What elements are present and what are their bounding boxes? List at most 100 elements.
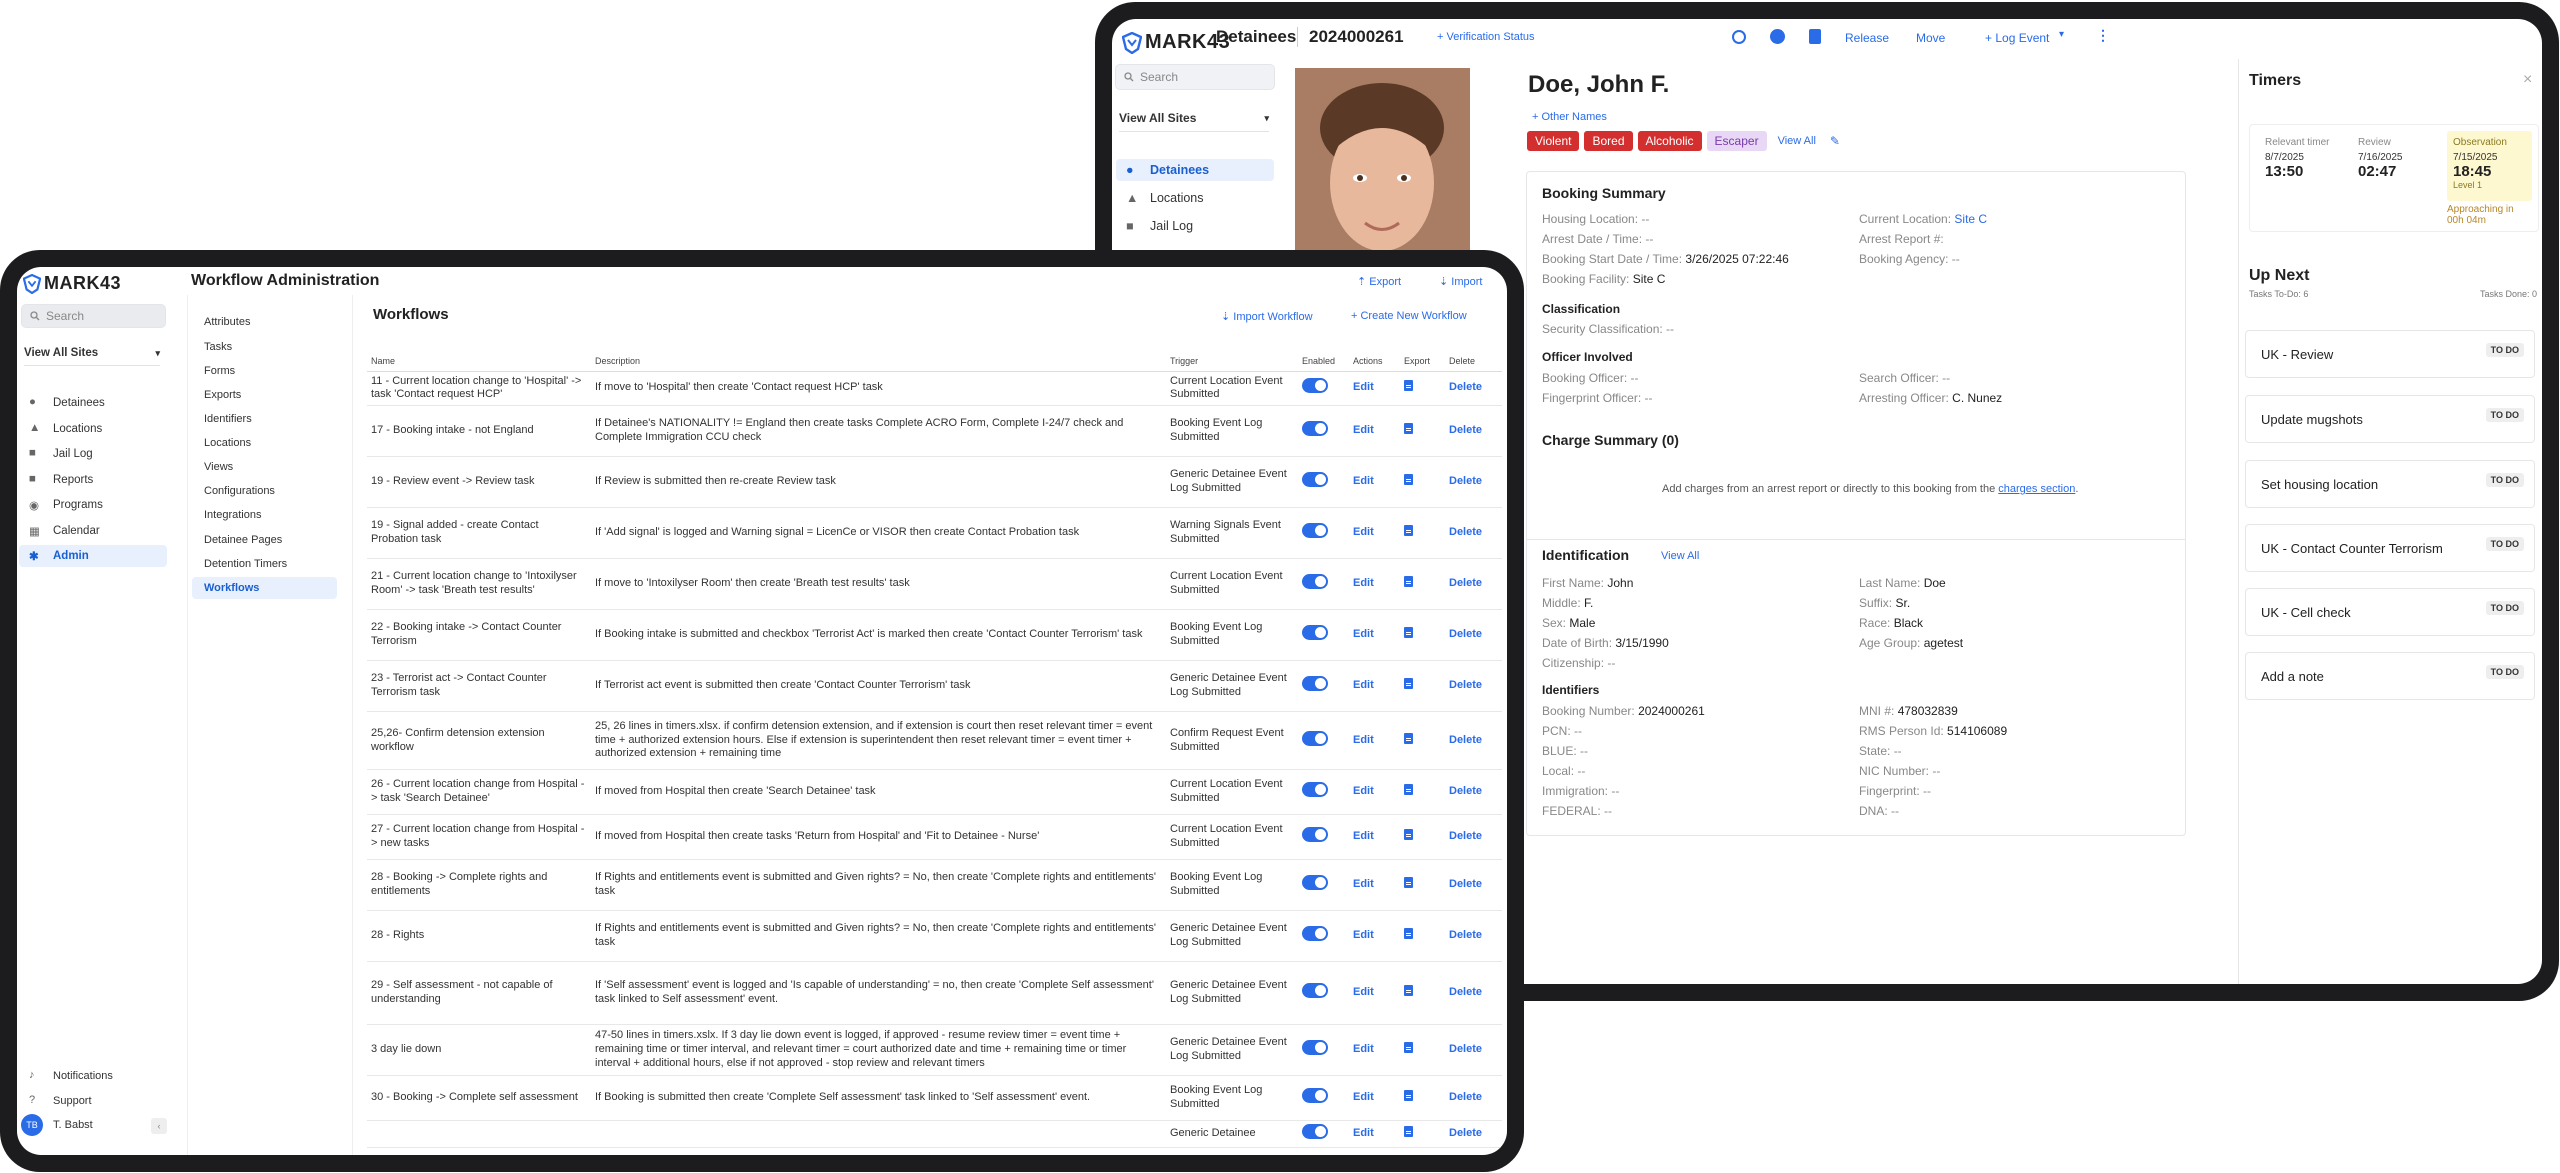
collapse-sidebar-icon[interactable]: ‹ [151,1118,167,1134]
export-file-icon[interactable] [1404,1042,1413,1054]
nav-admin[interactable]: ✱ Admin [19,545,167,567]
avatar[interactable]: TB [21,1114,43,1136]
enabled-toggle[interactable] [1302,676,1328,692]
edit-link[interactable]: Edit [1353,986,1374,998]
admin-menu-item[interactable]: Integrations [192,504,337,526]
delete-link[interactable]: Delete [1449,628,1482,640]
enabled-toggle[interactable] [1302,421,1328,437]
edit-link[interactable]: Edit [1353,1127,1374,1139]
delete-link[interactable]: Delete [1449,1043,1482,1055]
edit-link[interactable]: Edit [1353,679,1374,691]
delete-link[interactable]: Delete [1449,577,1482,589]
export-file-icon[interactable] [1404,423,1413,435]
timer-icon[interactable] [1770,29,1785,44]
task-card[interactable]: Add a note TO DO [2245,652,2535,700]
edit-link[interactable]: Edit [1353,424,1374,436]
create-workflow-button[interactable]: + Create New Workflow [1351,310,1467,322]
export-file-icon[interactable] [1404,829,1413,841]
edit-link[interactable]: Edit [1353,830,1374,842]
admin-menu-item[interactable]: Identifiers [192,408,337,430]
nav-calendar[interactable]: ▦ Calendar [19,520,167,542]
edit-link[interactable]: Edit [1353,878,1374,890]
delete-link[interactable]: Delete [1449,381,1482,393]
enabled-toggle[interactable] [1302,472,1328,488]
delete-link[interactable]: Delete [1449,526,1482,538]
delete-link[interactable]: Delete [1449,878,1482,890]
admin-menu-item[interactable]: Workflows [192,577,337,599]
export-file-icon[interactable] [1404,627,1413,639]
export-file-icon[interactable] [1404,877,1413,889]
export-file-icon[interactable] [1404,1126,1413,1137]
nav-programs[interactable]: ◉ Programs [19,494,167,516]
delete-link[interactable]: Delete [1449,679,1482,691]
task-card[interactable]: UK - Review TO DO [2245,330,2535,378]
current-location-link[interactable]: Site C [1954,212,1987,226]
release-button[interactable]: Release [1845,31,1889,45]
document-icon[interactable] [1809,29,1821,44]
identification-view-all-link[interactable]: View All [1661,550,1699,562]
chevron-down-icon[interactable]: ▾ [2059,29,2064,40]
enabled-toggle[interactable] [1302,523,1328,539]
edit-link[interactable]: Edit [1353,1043,1374,1055]
move-button[interactable]: Move [1916,31,1945,45]
export-file-icon[interactable] [1404,985,1413,997]
task-card[interactable]: Update mugshots TO DO [2245,395,2535,443]
task-card[interactable]: UK - Contact Counter Terrorism TO DO [2245,524,2535,572]
edit-link[interactable]: Edit [1353,628,1374,640]
nav-reports[interactable]: ■ Reports [19,469,167,491]
edit-link[interactable]: Edit [1353,929,1374,941]
admin-menu-item[interactable]: Views [192,456,337,478]
edit-link[interactable]: Edit [1353,475,1374,487]
tags-view-all-link[interactable]: View All [1778,135,1816,147]
delete-link[interactable]: Delete [1449,734,1482,746]
enabled-toggle[interactable] [1302,1040,1328,1056]
edit-link[interactable]: Edit [1353,526,1374,538]
site-selector[interactable]: View All Sites ▾ [1119,111,1269,132]
more-vertical-icon[interactable]: ⋮ [2096,27,2110,44]
search-input[interactable]: Search [21,304,166,328]
delete-link[interactable]: Delete [1449,929,1482,941]
export-file-icon[interactable] [1404,928,1413,940]
enabled-toggle[interactable] [1302,574,1328,590]
delete-link[interactable]: Delete [1449,986,1482,998]
edit-link[interactable]: Edit [1353,381,1374,393]
export-file-icon[interactable] [1404,576,1413,588]
export-button[interactable]: ⇡ Export [1357,275,1401,288]
export-file-icon[interactable] [1404,732,1413,744]
export-file-icon[interactable] [1404,1090,1413,1102]
delete-link[interactable]: Delete [1449,424,1482,436]
verification-status-link[interactable]: + Verification Status [1437,31,1535,43]
export-file-icon[interactable] [1404,474,1413,486]
admin-menu-item[interactable]: Forms [192,360,337,382]
nav-jail-log[interactable]: ■ Jail Log [19,443,167,465]
admin-menu-item[interactable]: Attributes [192,311,337,333]
site-selector[interactable]: View All Sites ▾ [24,347,160,366]
enabled-toggle[interactable] [1302,926,1328,942]
import-button[interactable]: ⇣ Import [1439,275,1482,288]
export-file-icon[interactable] [1404,784,1413,796]
admin-menu-item[interactable]: Tasks [192,336,337,358]
nav-locations[interactable]: ▲ Locations [1116,187,1274,209]
log-event-button[interactable]: + Log Event [1985,31,2049,45]
task-card[interactable]: UK - Cell check TO DO [2245,588,2535,636]
enabled-toggle[interactable] [1302,730,1328,746]
nav-locations[interactable]: ▲ Locations [19,418,167,440]
edit-link[interactable]: Edit [1353,1091,1374,1103]
search-input[interactable]: Search [1115,64,1275,90]
nav-support[interactable]: ? Support [19,1090,167,1112]
enabled-toggle[interactable] [1302,782,1328,798]
column-header-description[interactable]: Description [591,351,1166,372]
enabled-toggle[interactable] [1302,875,1328,891]
nav-detainees[interactable]: ● Detainees [1116,159,1274,181]
delete-link[interactable]: Delete [1449,830,1482,842]
export-file-icon[interactable] [1404,525,1413,537]
enabled-toggle[interactable] [1302,378,1328,394]
admin-menu-item[interactable]: Detention Timers [192,553,337,575]
edit-link[interactable]: Edit [1353,577,1374,589]
export-file-icon[interactable] [1404,678,1413,690]
admin-menu-item[interactable]: Locations [192,432,337,454]
nav-detainees[interactable]: ● Detainees [19,392,167,414]
column-header-trigger[interactable]: Trigger [1166,351,1298,372]
enabled-toggle[interactable] [1302,625,1328,641]
edit-link[interactable]: Edit [1353,785,1374,797]
